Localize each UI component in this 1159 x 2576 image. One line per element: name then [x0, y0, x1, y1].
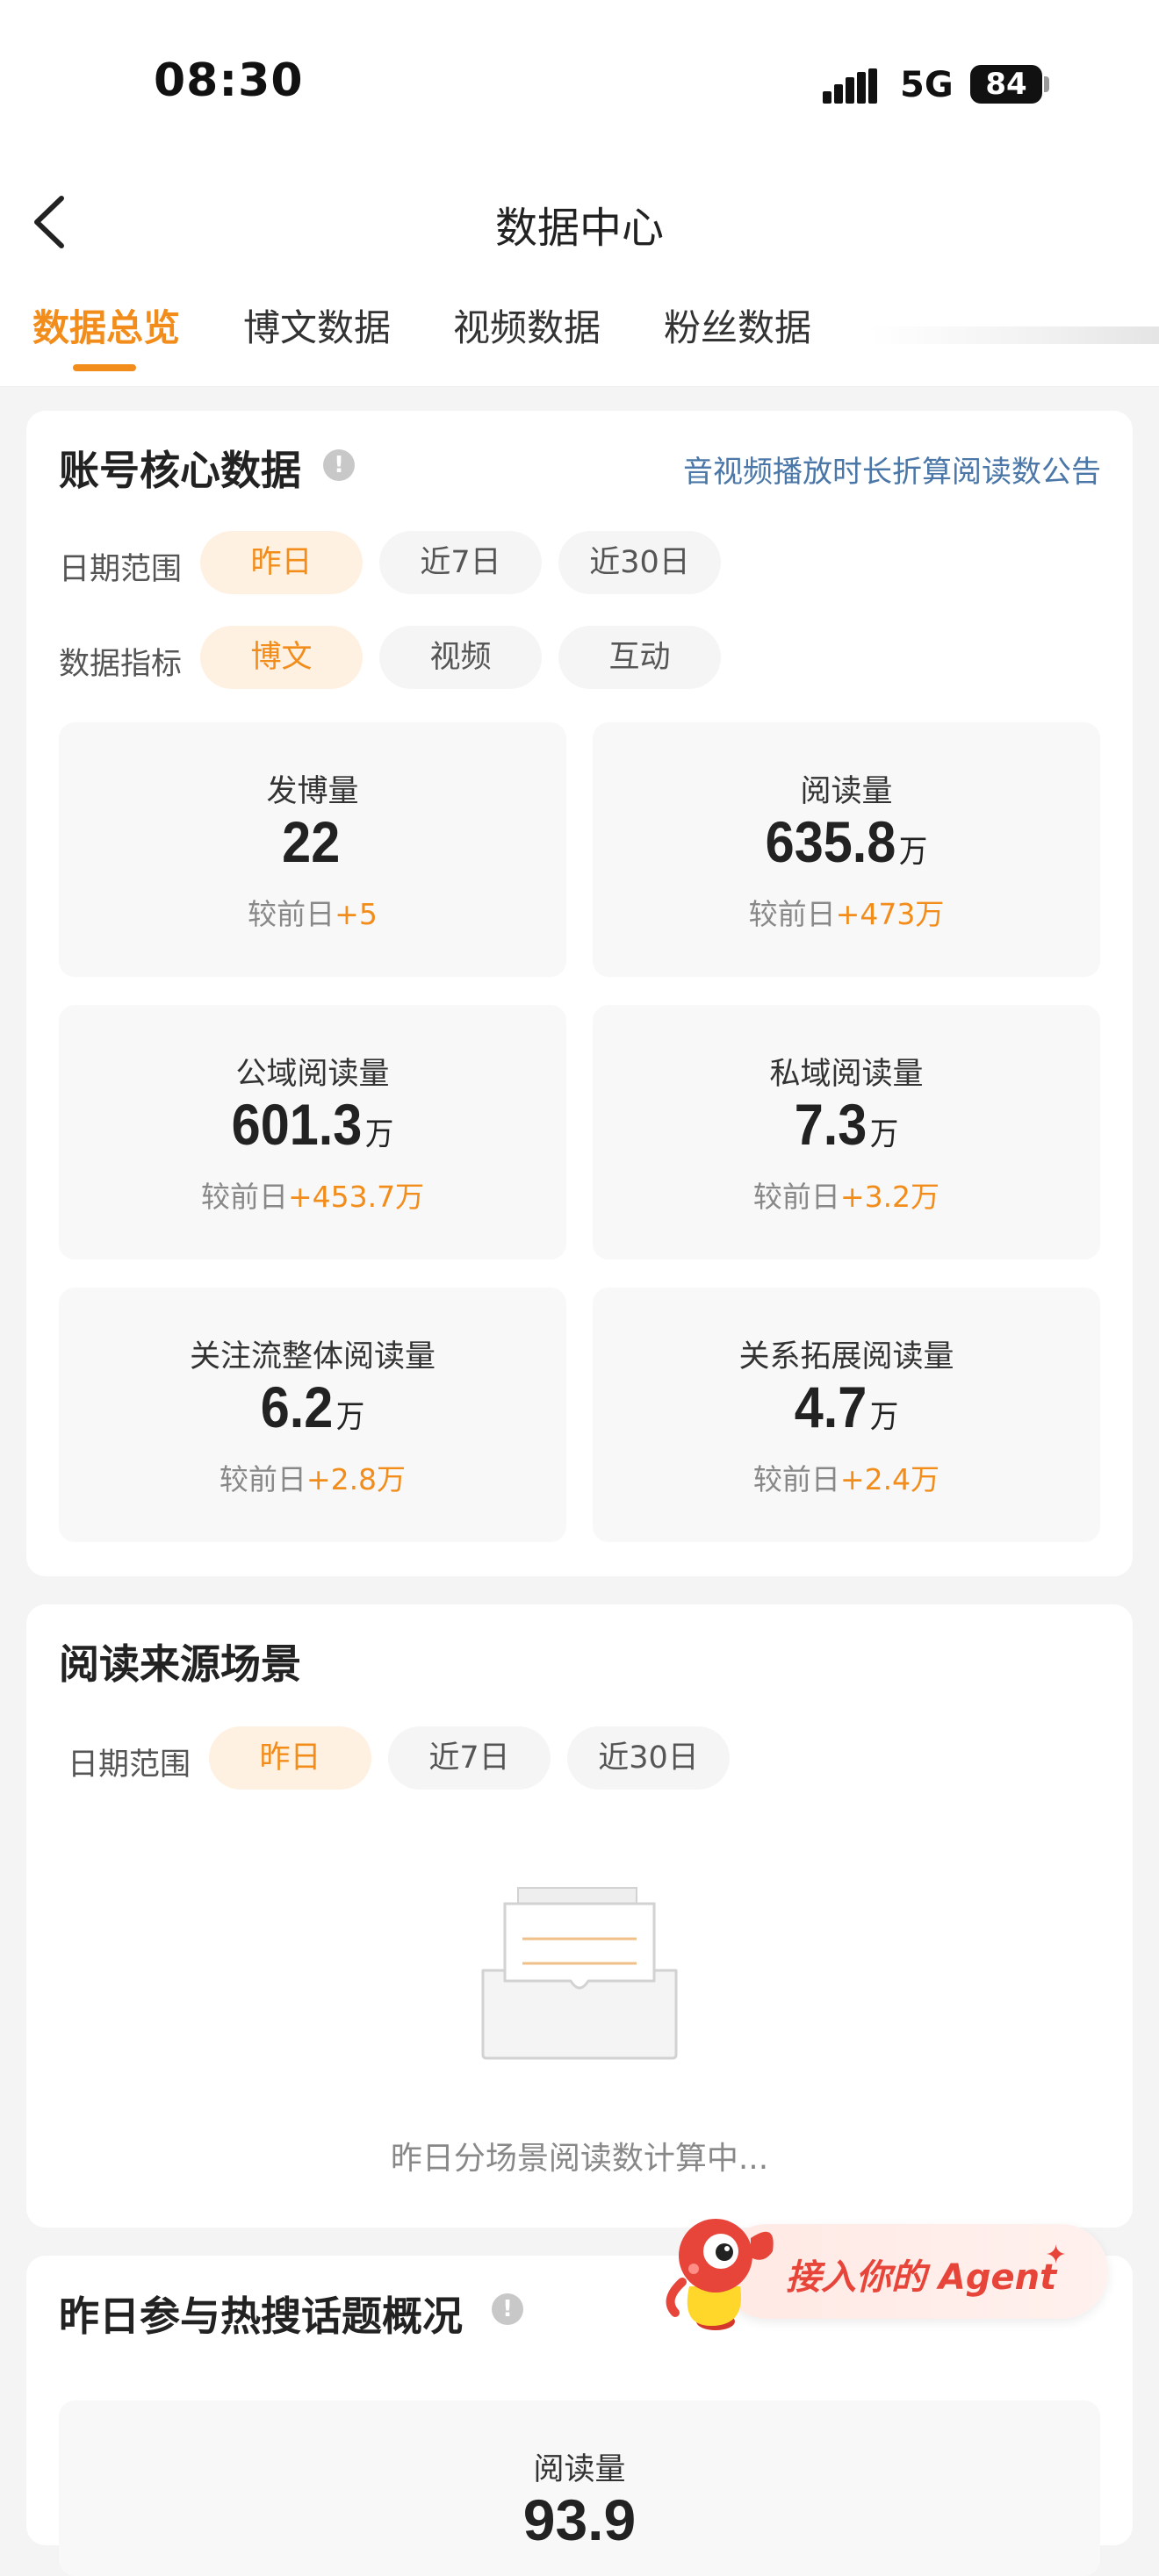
core-data-title: 账号核心数据	[59, 447, 301, 494]
metric-compare: 较前日+5	[248, 897, 378, 931]
source-date-30d[interactable]: 近30日	[567, 1726, 730, 1790]
metric-compare: 较前日+2.4万	[752, 1462, 940, 1496]
network-type: 5G	[900, 65, 954, 105]
empty-inbox-icon	[481, 1887, 678, 2060]
metric-card-private-reads[interactable]: 私域阅读量 7.3万 较前日+3.2万	[593, 1005, 1100, 1259]
metric-value: 93.9	[522, 2487, 637, 2552]
metric-compare: 较前日+3.2万	[752, 1180, 940, 1214]
tab-overview[interactable]: 数据总览	[32, 298, 180, 352]
metric-value: 7.3万	[794, 1092, 899, 1157]
date-range-label: 日期范围	[68, 1747, 191, 1783]
metric-option-post[interactable]: 博文	[200, 626, 363, 689]
metric-card-reads[interactable]: 阅读量 635.8万 较前日+473万	[593, 722, 1100, 977]
tab-indicator	[73, 364, 136, 371]
hot-topic-title: 昨日参与热搜话题概况	[59, 2293, 463, 2340]
notice-link[interactable]: 音视频播放时长折算阅读数公告	[683, 448, 1101, 491]
status-time: 08:30	[154, 54, 304, 107]
date-option-yesterday[interactable]: 昨日	[200, 531, 363, 594]
mascot-icon[interactable]	[663, 2203, 786, 2335]
date-range-label: 日期范围	[59, 552, 183, 587]
metric-label: 发博量	[266, 774, 359, 809]
metric-value: 601.3万	[231, 1092, 394, 1157]
battery-tip	[1044, 76, 1049, 92]
metric-card-follow-feed-reads[interactable]: 关注流整体阅读量 6.2万 较前日+2.8万	[59, 1288, 566, 1542]
info-icon[interactable]: !	[492, 2293, 523, 2325]
metric-label: 阅读量	[533, 2452, 626, 2487]
metric-value: 635.8万	[765, 809, 928, 874]
empty-state-text: 昨日分场景阅读数计算中...	[390, 2141, 769, 2177]
metric-label: 关注流整体阅读量	[189, 1339, 436, 1374]
metric-compare: 较前日+2.8万	[219, 1462, 407, 1496]
page-title: 数据中心	[494, 204, 664, 253]
info-icon[interactable]: !	[323, 449, 355, 481]
metric-value: 4.7万	[794, 1374, 899, 1439]
metric-label: 私域阅读量	[769, 1057, 924, 1092]
read-source-title: 阅读来源场景	[59, 1640, 301, 1688]
source-date-yesterday[interactable]: 昨日	[209, 1726, 371, 1790]
metric-label: 公域阅读量	[235, 1057, 390, 1092]
date-option-7d[interactable]: 近7日	[379, 531, 542, 594]
tab-post-data[interactable]: 博文数据	[243, 298, 391, 352]
metric-option-video[interactable]: 视频	[379, 626, 542, 689]
metric-value: 22	[282, 809, 341, 874]
metric-label: 阅读量	[800, 774, 893, 809]
metric-compare: 较前日+473万	[748, 897, 945, 931]
source-date-7d[interactable]: 近7日	[388, 1726, 551, 1790]
tab-video-data[interactable]: 视频数据	[453, 298, 601, 352]
metric-label: 关系拓展阅读量	[738, 1339, 954, 1374]
tab-fans-data[interactable]: 粉丝数据	[664, 298, 811, 352]
metric-type-label: 数据指标	[59, 647, 183, 682]
date-option-30d[interactable]: 近30日	[558, 531, 721, 594]
tabs-overflow-fade	[869, 326, 1159, 344]
battery-icon: 84	[970, 65, 1042, 104]
metric-card-relation-reads[interactable]: 关系拓展阅读量 4.7万 较前日+2.4万	[593, 1288, 1100, 1542]
metric-compare: 较前日+453.7万	[200, 1180, 425, 1214]
agent-label[interactable]: 接入你的 Agent	[786, 2249, 1056, 2300]
metric-card-posts[interactable]: 发博量 22 较前日+5	[59, 722, 566, 977]
metric-value: 6.2万	[260, 1374, 365, 1439]
metric-option-interaction[interactable]: 互动	[558, 626, 721, 689]
signal-icon	[823, 68, 877, 104]
sparkle-icon: ✦	[1045, 2240, 1068, 2271]
metric-card-public-reads[interactable]: 公域阅读量 601.3万 较前日+453.7万	[59, 1005, 566, 1259]
